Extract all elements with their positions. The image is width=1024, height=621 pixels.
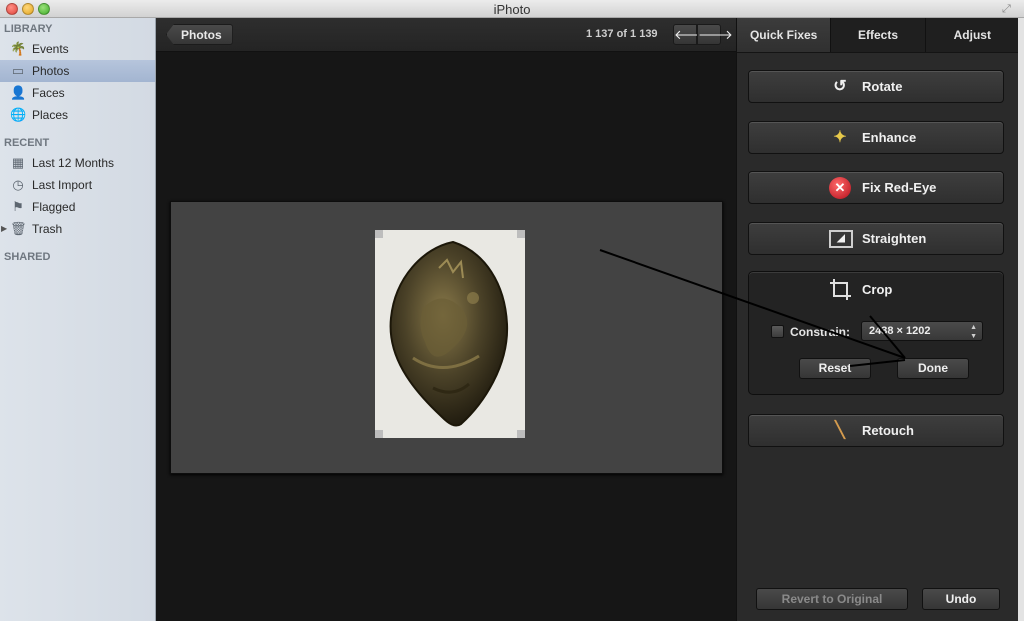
constrain-label: Constrain: xyxy=(790,325,850,339)
crop-handle-top-left[interactable] xyxy=(375,230,383,238)
constrain-ratio-value: 2438 × 1202 xyxy=(869,325,931,337)
tab-adjust[interactable]: Adjust xyxy=(926,18,1019,52)
palm-tree-icon: 🌴 xyxy=(10,41,27,56)
red-eye-icon: ✕ xyxy=(829,177,851,199)
undo-button[interactable]: Undo xyxy=(922,588,1000,610)
window-title: iPhoto xyxy=(493,2,531,17)
straighten-button[interactable]: ◢ Straighten xyxy=(748,222,1004,255)
arrow-right-icon: 🡒 xyxy=(698,27,733,42)
tab-quick-fixes[interactable]: Quick Fixes xyxy=(737,18,832,52)
back-to-photos-button[interactable]: Photos xyxy=(166,24,233,45)
globe-icon: 🌐 xyxy=(10,107,27,122)
sidebar-item-label: Faces xyxy=(32,86,65,100)
rotate-button[interactable]: ↺ Rotate xyxy=(748,70,1004,103)
library-header: LIBRARY xyxy=(4,23,53,35)
disclosure-triangle-icon[interactable]: ▶ xyxy=(1,218,7,240)
shared-header: SHARED xyxy=(4,251,51,263)
retouch-label: Retouch xyxy=(862,423,914,438)
sidebar-item-label: Events xyxy=(32,42,69,56)
sidebar-item-label: Photos xyxy=(32,64,70,78)
sidebar-item-trash[interactable]: ▶ 🗑 Trash xyxy=(0,218,155,240)
next-photo-button[interactable]: 🡒 xyxy=(697,24,733,45)
viewer-toolbar: Photos 1 137 of 1 139 🡐 🡒 xyxy=(156,18,736,52)
rotate-label: Rotate xyxy=(862,79,903,94)
previous-photo-button[interactable]: 🡐 xyxy=(673,24,709,45)
sidebar-item-places[interactable]: 🌐 Places xyxy=(0,104,155,126)
crop-done-button[interactable]: Done xyxy=(897,358,969,379)
calendar-icon: ▦ xyxy=(11,155,25,170)
photo-being-cropped[interactable] xyxy=(375,230,525,438)
select-arrows-icon: ▲ ▼ xyxy=(970,324,977,340)
enhance-button[interactable]: ✦ Enhance xyxy=(748,121,1004,154)
sidebar: LIBRARY 🌴 Events ▭ Photos 👤 Faces 🌐 Plac… xyxy=(0,18,156,621)
crop-title: Crop xyxy=(862,282,893,297)
title-bar: iPhoto ⤢ xyxy=(0,0,1024,18)
photo-viewer: Photos 1 137 of 1 139 🡐 🡒 xyxy=(156,18,736,621)
sidebar-item-flagged[interactable]: ⚑ Flagged xyxy=(0,196,155,218)
photo-count-label: 1 137 of 1 139 xyxy=(586,28,658,40)
revert-to-original-button[interactable]: Revert to Original xyxy=(756,588,908,610)
crop-canvas xyxy=(170,201,723,474)
crop-panel: Crop Constrain: 2438 × 1202 ▲ ▼ Reset Don… xyxy=(748,271,1004,395)
sidebar-item-label: Last 12 Months xyxy=(32,156,115,170)
rotate-icon: ↺ xyxy=(833,78,847,95)
sidebar-item-label: Trash xyxy=(32,222,63,236)
sidebar-item-label: Places xyxy=(32,108,69,122)
magic-wand-icon: ✦ xyxy=(833,129,847,146)
recent-header: RECENT xyxy=(4,137,50,149)
iphoto-window: iPhoto ⤢ LIBRARY 🌴 Events ▭ Photos 👤 Fac… xyxy=(0,0,1024,621)
retouch-button[interactable]: ╲ Retouch xyxy=(748,414,1004,447)
constrain-ratio-select[interactable]: 2438 × 1202 ▲ ▼ xyxy=(861,321,983,341)
constrain-checkbox[interactable] xyxy=(771,325,784,338)
sidebar-item-last-import[interactable]: ◷ Last Import xyxy=(0,174,155,196)
sidebar-item-events[interactable]: 🌴 Events xyxy=(0,38,155,60)
crop-icon xyxy=(830,279,851,300)
window-edge xyxy=(1018,18,1024,621)
crop-reset-button[interactable]: Reset xyxy=(799,358,871,379)
seal-coin-image xyxy=(389,240,509,427)
crop-handle-top-right[interactable] xyxy=(517,230,525,238)
straighten-label: Straighten xyxy=(862,231,927,246)
sidebar-item-photos[interactable]: ▭ Photos xyxy=(0,60,155,82)
fix-red-eye-button[interactable]: ✕ Fix Red-Eye xyxy=(748,171,1004,204)
fix-red-eye-label: Fix Red-Eye xyxy=(862,180,937,195)
brush-icon: ╲ xyxy=(835,422,845,439)
clock-icon: ◷ xyxy=(12,177,24,192)
edit-panel: Quick Fixes Effects Adjust ↺ Rotate ✦ En… xyxy=(736,18,1019,621)
enhance-label: Enhance xyxy=(862,130,917,145)
straighten-icon: ◢ xyxy=(829,230,853,248)
edit-tabs: Quick Fixes Effects Adjust xyxy=(737,18,1019,53)
flag-icon: ⚑ xyxy=(12,199,24,214)
sidebar-item-label: Flagged xyxy=(32,200,76,214)
crop-handle-bottom-left[interactable] xyxy=(375,430,383,438)
sidebar-item-last-12-months[interactable]: ▦ Last 12 Months xyxy=(0,152,155,174)
tab-effects[interactable]: Effects xyxy=(831,18,926,52)
photo-icon: ▭ xyxy=(11,63,25,78)
crop-handle-bottom-right[interactable] xyxy=(517,430,525,438)
sidebar-item-label: Last Import xyxy=(32,178,93,192)
sidebar-item-faces[interactable]: 👤 Faces xyxy=(0,82,155,104)
person-icon: 👤 xyxy=(10,85,27,100)
fullscreen-icon[interactable]: ⤢ xyxy=(1002,3,1014,15)
trash-icon: 🗑 xyxy=(10,221,27,236)
